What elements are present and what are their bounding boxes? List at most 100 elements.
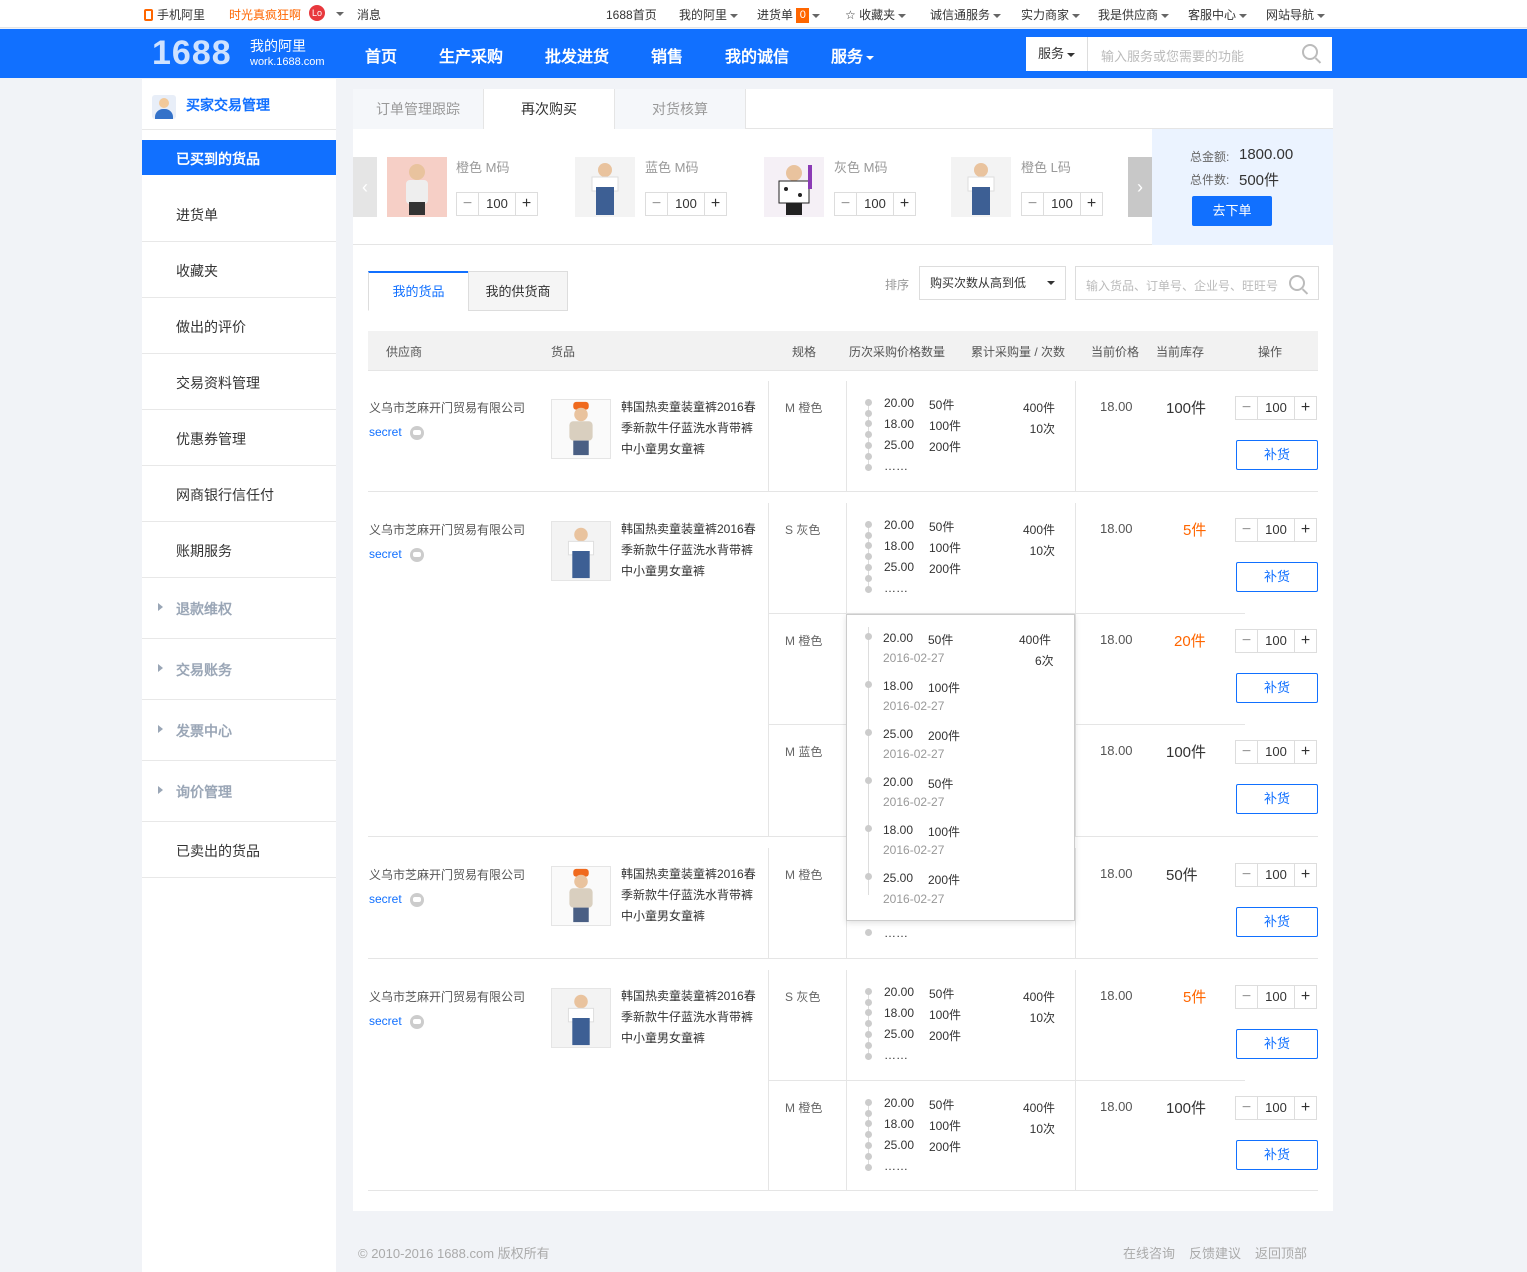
minus-icon[interactable]: −	[1022, 193, 1044, 215]
goods-image[interactable]	[551, 399, 611, 459]
qty-stepper[interactable]: −100 +	[1235, 985, 1317, 1009]
qty-value[interactable]: 100	[1258, 741, 1294, 763]
qty-stepper[interactable]: −100 +	[1235, 863, 1317, 887]
mobile-ali-link[interactable]: 手机阿里	[144, 6, 205, 23]
qty-value[interactable]: 100	[1258, 1097, 1294, 1119]
goods-image[interactable]	[551, 866, 611, 926]
goods-image[interactable]	[551, 521, 611, 581]
sidebar-group-inquiries[interactable]: 询价管理	[142, 761, 336, 822]
tab-order-tracking[interactable]: 订单管理跟踪	[353, 89, 484, 129]
goods-name[interactable]: 韩国热卖童装童裤2016春季新款牛仔蓝洗水背带裤中小童男女童裤	[621, 519, 761, 582]
search-category-select[interactable]: 服务	[1026, 37, 1088, 71]
qty-value[interactable]: 100	[1258, 864, 1294, 886]
restock-button[interactable]: 补货	[1236, 907, 1318, 937]
sidebar-item-coupons[interactable]: 优惠券管理	[142, 410, 336, 466]
user-avatar-badge[interactable]: Lo	[309, 5, 325, 21]
cart-qty-stepper[interactable]: −100 +	[456, 192, 538, 216]
cart-item-image[interactable]	[575, 157, 635, 217]
seller-name[interactable]: secret	[369, 425, 402, 439]
restock-button[interactable]: 补货	[1236, 1140, 1318, 1170]
goods-image[interactable]	[551, 988, 611, 1048]
cart-qty-stepper[interactable]: −100 +	[645, 192, 727, 216]
seller-link[interactable]: secret	[369, 425, 424, 440]
service-center-menu[interactable]: 客服中心	[1188, 6, 1248, 23]
chengxin-menu[interactable]: 诚信通服务	[930, 6, 1002, 23]
minus-icon[interactable]: −	[1236, 1097, 1258, 1119]
seller-link[interactable]: secret	[369, 547, 424, 562]
plus-icon[interactable]: +	[1294, 864, 1316, 886]
restock-button[interactable]: 补货	[1236, 784, 1318, 814]
nav-integrity[interactable]: 我的诚信	[725, 43, 789, 67]
sidebar-item-sold-goods[interactable]: 已卖出的货品	[142, 822, 336, 878]
qty-value[interactable]: 100	[1258, 519, 1294, 541]
site-logo[interactable]: 1688	[152, 34, 232, 73]
minus-icon[interactable]: −	[1236, 986, 1258, 1008]
qty-stepper[interactable]: −100 +	[1235, 396, 1317, 420]
minus-icon[interactable]: −	[1236, 397, 1258, 419]
cart-item-image[interactable]	[387, 157, 447, 217]
sort-select[interactable]: 购买次数从高到低	[919, 266, 1066, 300]
plus-icon[interactable]: +	[1080, 193, 1102, 215]
qty-value[interactable]: 100	[1258, 397, 1294, 419]
qty-stepper[interactable]: −100 +	[1235, 629, 1317, 653]
minus-icon[interactable]: −	[646, 193, 668, 215]
footer-link-consult[interactable]: 在线咨询	[1123, 1243, 1175, 1262]
nav-production[interactable]: 生产采购	[439, 43, 503, 67]
site-nav-menu[interactable]: 网站导航	[1266, 6, 1326, 23]
nav-wholesale[interactable]: 批发进货	[545, 43, 609, 67]
seller-link[interactable]: secret	[369, 1014, 424, 1029]
seller-name[interactable]: secret	[369, 892, 402, 906]
history-more[interactable]: ……	[884, 581, 908, 595]
my-ali-menu[interactable]: 我的阿里	[679, 6, 739, 23]
promo-link[interactable]: 时光真疯狂啊	[229, 6, 301, 23]
tab-my-suppliers[interactable]: 我的供货商	[468, 271, 568, 311]
cart-item-image[interactable]	[951, 157, 1011, 217]
search-icon[interactable]	[1289, 275, 1305, 291]
tab-reconcile[interactable]: 对货核算	[615, 89, 746, 129]
qty-stepper[interactable]: −100 +	[1235, 740, 1317, 764]
footer-link-back-to-top[interactable]: 返回顶部	[1255, 1243, 1307, 1262]
favorites-menu[interactable]: ☆ 收藏夹	[845, 6, 907, 23]
footer-link-feedback[interactable]: 反馈建议	[1189, 1243, 1241, 1262]
history-more[interactable]: ……	[884, 1048, 908, 1062]
sidebar-item-trade-data[interactable]: 交易资料管理	[142, 354, 336, 410]
plus-icon[interactable]: +	[1294, 1097, 1316, 1119]
nav-sales[interactable]: 销售	[651, 43, 683, 67]
supplier-name[interactable]: 义乌市芝麻开门贸易有限公司	[369, 866, 525, 883]
restock-button[interactable]: 补货	[1236, 440, 1318, 470]
qty-stepper[interactable]: −100 +	[1235, 518, 1317, 542]
plus-icon[interactable]: +	[704, 193, 726, 215]
qty-value[interactable]: 100	[1258, 986, 1294, 1008]
plus-icon[interactable]: +	[1294, 741, 1316, 763]
minus-icon[interactable]: −	[457, 193, 479, 215]
place-order-button[interactable]: 去下单	[1192, 196, 1272, 226]
sidebar-item-favorites[interactable]: 收藏夹	[142, 242, 336, 298]
purchase-list-menu[interactable]: 进货单 0	[757, 6, 821, 24]
minus-icon[interactable]: −	[1236, 741, 1258, 763]
cart-item-image[interactable]	[764, 157, 824, 217]
user-dropdown[interactable]	[333, 6, 344, 20]
goods-name[interactable]: 韩国热卖童装童裤2016春季新款牛仔蓝洗水背带裤中小童男女童裤	[621, 986, 761, 1049]
qty-value[interactable]: 100	[1258, 630, 1294, 652]
cart-next-button[interactable]: ›	[1128, 157, 1152, 217]
cart-qty-stepper[interactable]: −100 +	[834, 192, 916, 216]
goods-search-input[interactable]: 输入货品、订单号、企业号、旺旺号	[1075, 266, 1319, 300]
wangwang-chat-icon[interactable]	[409, 425, 424, 440]
seller-link[interactable]: secret	[369, 892, 424, 907]
restock-button[interactable]: 补货	[1236, 673, 1318, 703]
search-icon[interactable]	[1302, 44, 1318, 60]
history-more[interactable]: ……	[884, 1159, 908, 1173]
supplier-name[interactable]: 义乌市芝麻开门贸易有限公司	[369, 399, 525, 416]
search-input[interactable]: 输入服务或您需要的功能	[1101, 46, 1244, 65]
wangwang-chat-icon[interactable]	[409, 547, 424, 562]
sidebar-item-purchase-list[interactable]: 进货单	[142, 186, 336, 242]
goods-name[interactable]: 韩国热卖童装童裤2016春季新款牛仔蓝洗水背带裤中小童男女童裤	[621, 397, 761, 460]
tab-my-goods[interactable]: 我的货品	[368, 271, 469, 311]
cart-prev-button[interactable]: ‹	[353, 157, 377, 217]
tab-repurchase[interactable]: 再次购买	[484, 89, 615, 130]
history-more[interactable]: ……	[884, 459, 908, 473]
minus-icon[interactable]: −	[1236, 630, 1258, 652]
home-1688-link[interactable]: 1688首页	[606, 6, 657, 23]
plus-icon[interactable]: +	[1294, 519, 1316, 541]
supplier-menu[interactable]: 我是供应商	[1098, 6, 1170, 23]
